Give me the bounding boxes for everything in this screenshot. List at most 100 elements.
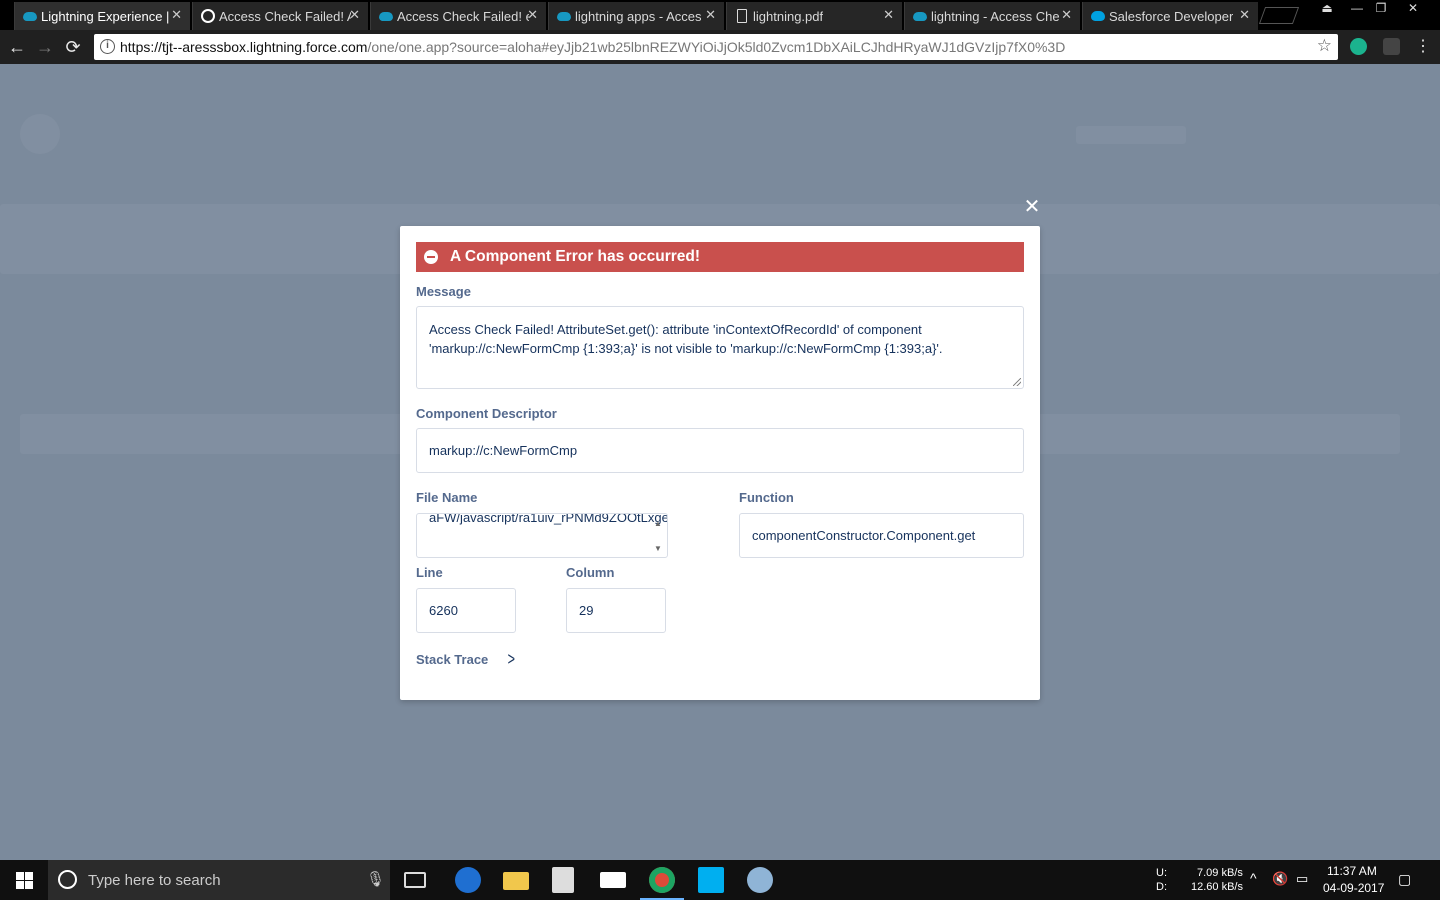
app-launcher-ghost (20, 114, 60, 154)
close-icon[interactable]: ✕ (349, 7, 360, 23)
line-label: Line (416, 565, 443, 580)
function-value: componentConstructor.Component.get (752, 528, 976, 543)
line-value: 6260 (429, 603, 458, 618)
function-field[interactable]: componentConstructor.Component.get (739, 513, 1024, 558)
network-icon[interactable]: ▭ (1296, 871, 1308, 887)
net-up-value: 7.09 kB/s (1197, 867, 1243, 879)
back-icon[interactable]: ← (6, 36, 28, 58)
url-path: /one/one.app?source=aloha#eyJjb21wb25lbn… (367, 39, 1066, 55)
scroll-up-icon[interactable]: ▲ (654, 519, 662, 528)
clock-time[interactable]: 11:37 AM (1327, 864, 1377, 878)
tab-label: Access Check Failed! A (219, 8, 351, 24)
cloud-icon (379, 12, 393, 21)
stack-trace-toggle[interactable]: Stack Trace (416, 652, 488, 667)
address-bar[interactable]: i https://tjt--aresssbox.lightning.force… (94, 34, 1338, 60)
edge-icon[interactable] (455, 867, 481, 893)
close-icon[interactable]: ✕ (705, 7, 716, 23)
tab-salesforce-developer[interactable]: Salesforce Developer ✕ (1082, 2, 1258, 30)
message-value: Access Check Failed! AttributeSet.get():… (429, 322, 943, 356)
column-label: Column (566, 565, 615, 580)
tab-label: Access Check Failed! e (397, 8, 529, 24)
microphone-icon[interactable]: 🎙 (366, 870, 385, 888)
extension-icon[interactable] (1383, 38, 1400, 55)
error-title: A Component Error has occurred! (450, 248, 701, 265)
mail-icon[interactable] (600, 872, 626, 888)
search-placeholder: Type here to search (88, 872, 221, 889)
header-ghost (1076, 126, 1186, 144)
tab-label: lightning - Access Che (931, 8, 1060, 24)
chrome-icon[interactable] (649, 867, 675, 893)
tab-label: Salesforce Developer (1109, 8, 1234, 24)
line-field[interactable]: 6260 (416, 588, 516, 633)
bookmark-star-icon[interactable]: ☆ (1317, 36, 1332, 56)
browser-toolbar: ← → ⟳ i https://tjt--aresssbox.lightning… (0, 30, 1440, 64)
close-icon[interactable]: ✕ (1239, 7, 1250, 23)
tab-label: lightning apps - Acces (575, 8, 702, 24)
window-close-button[interactable]: ✕ (1398, 0, 1428, 18)
windows-start-icon[interactable] (16, 872, 33, 889)
action-center-icon[interactable]: ▢ (1398, 871, 1411, 888)
file-name-label: File Name (416, 490, 478, 505)
file-name-value: aFW/javascript/ra1uiv_rPNMd9ZOOtLxgew/au… (429, 513, 667, 525)
function-label: Function (739, 490, 794, 505)
new-tab-button[interactable] (1258, 7, 1300, 24)
url-text[interactable]: https://tjt--aresssbox.lightning.force.c… (120, 39, 1065, 55)
modal-close-icon[interactable]: ✕ (1022, 197, 1042, 217)
tab-access-check-1[interactable]: Access Check Failed! A ✕ (192, 2, 368, 30)
error-banner: A Component Error has occurred! (416, 242, 1024, 272)
info-icon[interactable]: i (100, 39, 115, 54)
tab-lightning-pdf[interactable]: lightning.pdf ✕ (726, 2, 902, 30)
tab-access-check-2[interactable]: Access Check Failed! e ✕ (370, 2, 546, 30)
tab-lightning-apps[interactable]: lightning apps - Acces ✕ (548, 2, 724, 30)
net-down-label: D: (1156, 881, 1167, 893)
file-explorer-icon[interactable] (503, 872, 529, 890)
scroll-down-icon[interactable]: ▼ (654, 544, 662, 553)
windows-taskbar: Type here to search 🎙 U: D: 7.09 kB/s 12… (0, 860, 1440, 900)
pdf-icon (737, 9, 747, 23)
chevron-up-icon[interactable]: ^ (1250, 870, 1257, 886)
component-descriptor-value: markup://c:NewFormCmp (429, 443, 578, 458)
component-descriptor-field[interactable]: markup://c:NewFormCmp (416, 428, 1024, 473)
browser-tab-strip: Lightning Experience | ✕ Access Check Fa… (0, 0, 1440, 30)
profile-icon[interactable]: ⏏ (1312, 0, 1342, 18)
file-name-field[interactable]: aFW/javascript/ra1uiv_rPNMd9ZOOtLxgew/au… (416, 513, 668, 558)
salesforce-icon (1091, 11, 1105, 21)
volume-muted-icon[interactable]: 🔇 (1272, 871, 1288, 887)
tab-label: Lightning Experience | (41, 8, 170, 24)
cloud-icon (557, 12, 571, 21)
paint-icon[interactable] (747, 867, 773, 893)
cloud-icon (23, 12, 37, 21)
cortana-icon (58, 870, 77, 889)
net-up-label: U: (1156, 867, 1167, 879)
component-descriptor-label: Component Descriptor (416, 406, 557, 421)
forward-icon[interactable]: → (34, 36, 56, 58)
google-icon (201, 9, 215, 23)
skype-icon[interactable] (698, 867, 724, 893)
component-error-modal: A Component Error has occurred! Message … (400, 226, 1040, 700)
restore-button[interactable]: ❐ (1366, 0, 1396, 18)
chevron-right-icon[interactable]: > (508, 649, 515, 670)
url-host: https://tjt--aresssbox.lightning.force.c… (120, 39, 368, 55)
file-name-scrollbar[interactable]: ▲ ▼ (651, 516, 665, 556)
task-view-icon[interactable] (404, 872, 426, 888)
taskbar-search-box[interactable]: Type here to search 🎙 (48, 860, 390, 900)
tab-lightning-access[interactable]: lightning - Access Che ✕ (904, 2, 1080, 30)
message-label: Message (416, 284, 471, 299)
extension-m-icon[interactable] (1350, 38, 1367, 55)
reload-icon[interactable]: ⟳ (62, 36, 84, 58)
close-icon[interactable]: ✕ (171, 7, 182, 23)
close-icon[interactable]: ✕ (527, 7, 538, 23)
tab-lightning-experience[interactable]: Lightning Experience | ✕ (14, 2, 190, 30)
cloud-icon (913, 12, 927, 21)
menu-icon[interactable]: ⋮ (1412, 36, 1434, 58)
column-field[interactable]: 29 (566, 588, 666, 633)
column-value: 29 (579, 603, 594, 618)
message-textarea[interactable]: Access Check Failed! AttributeSet.get():… (416, 306, 1024, 389)
tab-label: lightning.pdf (753, 8, 824, 24)
error-icon (424, 250, 438, 264)
clock-date[interactable]: 04-09-2017 (1323, 881, 1384, 895)
close-icon[interactable]: ✕ (883, 7, 894, 23)
resize-grip-icon[interactable] (1013, 378, 1021, 386)
store-icon[interactable] (552, 867, 574, 893)
close-icon[interactable]: ✕ (1061, 7, 1072, 23)
